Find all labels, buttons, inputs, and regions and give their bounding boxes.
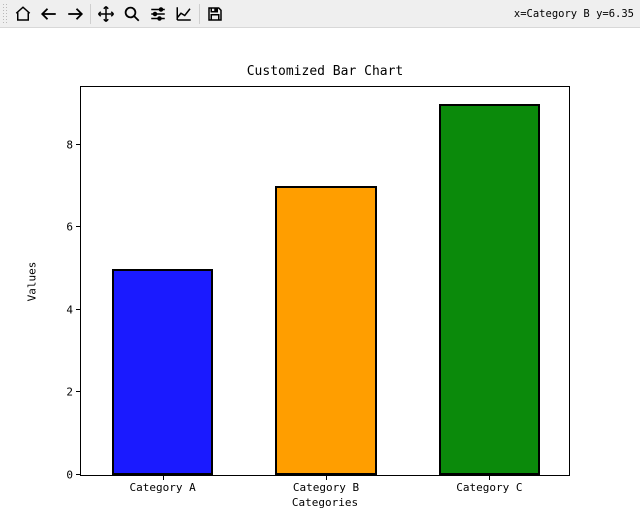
x-tick-label: Category A <box>130 475 196 494</box>
y-tick-mark <box>76 391 81 392</box>
y-tick-label: 6 <box>66 221 81 234</box>
y-tick-label: 0 <box>66 469 81 482</box>
zoom-icon[interactable] <box>119 2 145 26</box>
toolbar-separator <box>90 4 91 24</box>
y-axis-label: Values <box>24 86 40 476</box>
chart-title: Customized Bar Chart <box>80 64 570 79</box>
x-axis-label: Categories <box>80 496 570 509</box>
x-tick-label: Category C <box>456 475 522 494</box>
y-tick-mark <box>76 144 81 145</box>
pan-icon[interactable] <box>93 2 119 26</box>
toolbar-separator <box>199 4 200 24</box>
y-tick-label: 2 <box>66 386 81 399</box>
axis-edit-icon[interactable] <box>171 2 197 26</box>
bar <box>439 104 540 475</box>
x-tick-label: Category B <box>293 475 359 494</box>
forward-icon[interactable] <box>62 2 88 26</box>
coord-readout: x=Category B y=6.35 <box>514 0 634 28</box>
home-icon[interactable] <box>10 2 36 26</box>
back-icon[interactable] <box>36 2 62 26</box>
toolbar: x=Category B y=6.35 <box>0 0 640 28</box>
bar <box>275 186 376 475</box>
bar <box>112 269 213 475</box>
plot-canvas[interactable]: Customized Bar Chart Values 02468Categor… <box>0 28 640 514</box>
y-tick-label: 4 <box>66 303 81 316</box>
toolbar-grip <box>2 3 8 25</box>
subplots-icon[interactable] <box>145 2 171 26</box>
axes: 02468Category ACategory BCategory C <box>80 86 570 476</box>
y-tick-label: 8 <box>66 138 81 151</box>
y-tick-mark <box>76 474 81 475</box>
y-tick-mark <box>76 309 81 310</box>
y-tick-mark <box>76 226 81 227</box>
save-icon[interactable] <box>202 2 228 26</box>
